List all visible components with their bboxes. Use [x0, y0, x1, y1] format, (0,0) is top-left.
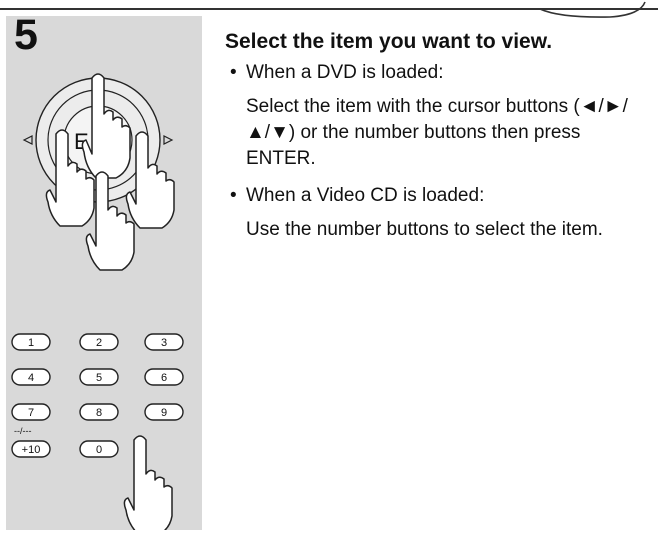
key-caption: --/--- [14, 426, 32, 436]
video-cd-instruction: Use the number buttons to select the ite… [246, 219, 603, 240]
bullet-dvd: When a DVD is loaded: [230, 60, 650, 86]
svg-text:4: 4 [28, 372, 34, 384]
svg-text:8: 8 [96, 407, 102, 419]
svg-text:2: 2 [96, 337, 102, 349]
number-key: 2 [79, 333, 119, 351]
number-key: 3 [144, 333, 184, 351]
number-key: 5 [79, 368, 119, 386]
number-key: 9 [144, 403, 184, 421]
svg-text:6: 6 [161, 372, 167, 384]
direction-pad-illustration: E [22, 73, 175, 271]
number-key: 6 [144, 368, 184, 386]
svg-text:+10: +10 [22, 444, 41, 456]
number-key: 1 [11, 333, 51, 351]
dvd-instruction: Select the item with the cursor buttons … [246, 96, 628, 169]
svg-text:1: 1 [28, 337, 34, 349]
number-keypad-illustration: 1 2 3 4 5 6 7 8 9 --/--- +10 0 [11, 333, 184, 530]
number-key: 8 [79, 403, 119, 421]
svg-text:9: 9 [161, 407, 167, 419]
number-key: +10 [11, 440, 51, 458]
step-heading: Select the item you want to view. [225, 30, 553, 53]
bullet-video-cd: When a Video CD is loaded: [230, 183, 650, 209]
illustration-panel: 5 E 1 2 3 4 5 6 7 8 9 --/--- +10 0 [6, 14, 202, 530]
svg-text:0: 0 [96, 444, 102, 456]
svg-text:3: 3 [161, 337, 167, 349]
number-key: 7 [11, 403, 51, 421]
instruction-body: When a DVD is loaded: Select the item wi… [230, 60, 650, 243]
number-key: 0 [79, 440, 119, 458]
svg-text:5: 5 [96, 372, 102, 384]
number-key: 4 [11, 368, 51, 386]
hand-pointer-icon [123, 435, 173, 530]
left-arrow-icon [22, 135, 33, 145]
svg-text:7: 7 [28, 407, 34, 419]
right-arrow-icon [163, 135, 174, 145]
